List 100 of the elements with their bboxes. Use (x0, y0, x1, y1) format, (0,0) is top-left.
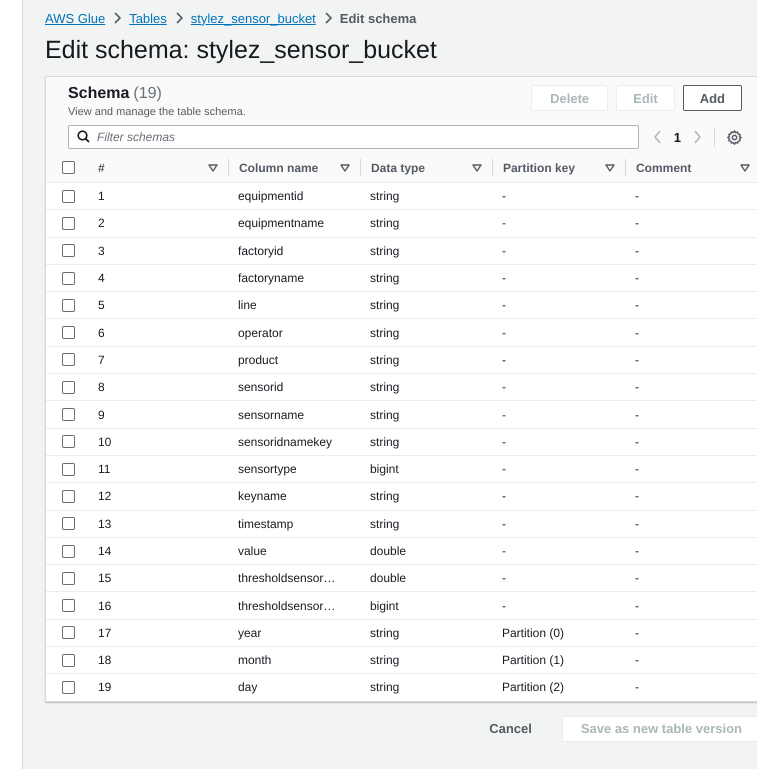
data-type-cell: string (370, 189, 400, 204)
column-name-cell: sensoridnamekey (238, 434, 332, 449)
checkbox[interactable] (62, 244, 75, 258)
row-number: 19 (98, 680, 112, 694)
filter-field[interactable]: Filter schemas (68, 125, 639, 149)
row-number: 3 (98, 244, 105, 258)
checkbox[interactable] (62, 216, 75, 230)
comment-cell: - (635, 352, 639, 367)
partition-key-cell: Partition (1) (502, 653, 564, 668)
row-number: 12 (98, 489, 112, 504)
data-type-cell: string (370, 216, 400, 230)
checkbox[interactable] (62, 462, 75, 476)
checkbox[interactable] (62, 380, 75, 394)
row-number: 9 (98, 408, 105, 422)
sort-icon[interactable] (605, 164, 615, 172)
row-number: 4 (98, 271, 105, 286)
column-name-cell: sensorid (238, 380, 284, 394)
chevron-right-icon (113, 12, 122, 24)
checkbox[interactable] (62, 599, 75, 612)
comment-cell: - (635, 380, 639, 394)
checkbox[interactable] (62, 680, 75, 694)
row-number: 8 (98, 380, 105, 394)
checkbox[interactable] (62, 272, 75, 285)
comment-cell: - (635, 216, 639, 230)
sort-icon[interactable] (740, 164, 750, 172)
column-name-cell: value (238, 544, 267, 558)
row-number: 17 (98, 626, 112, 640)
checkbox[interactable] (62, 572, 75, 585)
checkbox[interactable] (62, 544, 75, 558)
breadcrumb-link[interactable]: Tables (129, 10, 167, 26)
comment-cell: - (635, 489, 639, 504)
page-title: Edit schema: stylez_sensor_bucket (45, 35, 438, 66)
comment-cell: - (635, 244, 639, 258)
row-number: 5 (98, 298, 105, 312)
sort-icon[interactable] (208, 164, 218, 172)
partition-key-cell: - (502, 352, 506, 367)
checkbox[interactable] (62, 408, 75, 422)
breadcrumb-link[interactable]: AWS Glue (45, 10, 106, 26)
sort-icon[interactable] (472, 164, 482, 172)
column-name-cell: day (238, 680, 258, 694)
comment-cell: - (635, 434, 639, 449)
data-type-cell: string (370, 653, 400, 668)
checkbox[interactable] (62, 654, 75, 667)
partition-key-cell: - (502, 598, 506, 613)
search-icon (77, 130, 90, 143)
partition-key-cell: Partition (0) (502, 626, 564, 640)
comment-cell: - (635, 680, 639, 694)
checkbox[interactable] (62, 353, 75, 366)
column-header[interactable]: Data type (371, 160, 426, 174)
row-number: 7 (98, 352, 105, 367)
action-button[interactable]: Add (682, 85, 742, 111)
page-number[interactable]: 1 (674, 130, 681, 144)
panel-description: View and manage the table schema. (68, 106, 246, 118)
checkbox[interactable] (62, 326, 75, 340)
checkbox[interactable] (62, 298, 75, 312)
chevron-right-icon (324, 12, 332, 24)
checkbox[interactable] (62, 190, 75, 203)
breadcrumb-current: Edit schema (340, 10, 416, 26)
breadcrumb-link[interactable]: stylez_sensor_bucket (190, 10, 316, 26)
partition-key-cell: - (502, 434, 506, 449)
column-header[interactable]: Comment (636, 160, 692, 174)
cancel-button[interactable]: Cancel (485, 717, 536, 740)
comment-cell: - (635, 462, 639, 476)
column-name-cell: keyname (238, 489, 287, 504)
partition-key-cell: - (502, 516, 506, 531)
partition-key-cell: - (502, 408, 506, 422)
settings-icon[interactable] (727, 130, 742, 144)
data-type-cell: string (370, 380, 400, 394)
row-number: 16 (98, 598, 112, 613)
row-number: 6 (98, 326, 105, 340)
column-name-cell: operator (238, 326, 283, 340)
data-type-cell: double (370, 571, 406, 586)
partition-key-cell: Partition (2) (502, 680, 564, 694)
row-number: 11 (98, 462, 110, 476)
column-name-cell: thresholdsensor… (238, 571, 336, 586)
partition-key-cell: - (502, 462, 506, 476)
checkbox[interactable] (62, 435, 75, 448)
comment-cell: - (635, 571, 639, 586)
data-type-cell: string (370, 271, 400, 286)
data-type-cell: string (370, 326, 400, 340)
comment-cell: - (635, 271, 639, 286)
checkbox[interactable] (62, 490, 75, 503)
column-name-cell: equipmentid (238, 189, 304, 204)
column-name-cell: timestamp (238, 516, 294, 531)
data-type-cell: bigint (370, 462, 399, 476)
row-number: 13 (98, 516, 112, 531)
checkbox[interactable] (62, 517, 75, 530)
comment-cell: - (635, 298, 639, 312)
sort-icon[interactable] (340, 164, 350, 172)
data-type-cell: string (370, 516, 400, 531)
comment-cell: - (635, 408, 639, 422)
checkbox[interactable] (62, 161, 75, 174)
partition-key-cell: - (502, 571, 506, 586)
column-header[interactable]: # (98, 160, 105, 174)
data-type-cell: string (370, 680, 400, 694)
partition-key-cell: - (502, 189, 506, 204)
panel-heading: Schema (68, 85, 130, 102)
row-number: 10 (98, 434, 112, 449)
checkbox[interactable] (62, 626, 75, 640)
data-type-cell: string (370, 352, 400, 367)
